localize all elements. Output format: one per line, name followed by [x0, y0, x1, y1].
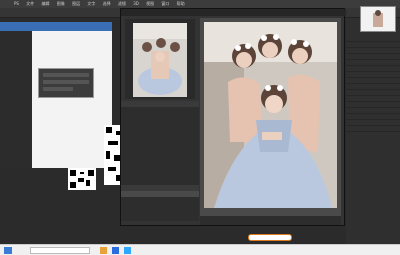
menu-item[interactable]: 滤镜 [118, 1, 126, 6]
thumbnail-image [361, 7, 395, 31]
bridal-photo [204, 22, 337, 208]
menu-item[interactable]: 帮助 [177, 1, 185, 6]
photoshop-icon[interactable] [124, 247, 131, 254]
menu-item[interactable]: 图层 [72, 1, 80, 6]
ps-menubar: PS 文件 编辑 图像 图层 文字 选择 滤镜 3D 视图 窗口 帮助 [0, 0, 400, 8]
chat-sidebar [0, 31, 32, 168]
menu-item[interactable]: 窗口 [161, 1, 169, 6]
chat-window [0, 22, 112, 168]
chat-title-bar [0, 22, 112, 31]
browser-icon[interactable] [112, 247, 119, 254]
preview-area [200, 18, 341, 216]
menu-item[interactable]: 文件 [26, 1, 34, 6]
panel-row[interactable] [346, 126, 400, 132]
menu-item[interactable]: PS [14, 1, 19, 6]
qr-code-icon [68, 168, 96, 190]
recording-toolbar-chip[interactable] [248, 234, 292, 241]
lightroom-dialog [120, 8, 346, 226]
preview-toolbar [200, 216, 341, 225]
preset-item[interactable] [121, 208, 199, 214]
start-icon[interactable] [4, 247, 12, 254]
menu-item[interactable]: 文字 [87, 1, 95, 6]
collections-panel [121, 101, 199, 221]
dialog-title-bar[interactable] [121, 9, 346, 16]
ps-navigator-thumbnail [360, 6, 396, 32]
menu-item[interactable]: 视图 [146, 1, 154, 6]
navigator-panel [125, 19, 195, 99]
menu-item[interactable]: 编辑 [42, 1, 50, 6]
ps-properties-panel [346, 18, 400, 244]
taskbar-search-input[interactable] [30, 247, 90, 254]
chat-message-list [34, 36, 110, 168]
menu-item[interactable]: 图像 [57, 1, 65, 6]
watermark-logo [318, 232, 398, 252]
folder-icon[interactable] [100, 247, 107, 254]
navigator-thumbnail [133, 23, 187, 97]
menu-item[interactable]: 3D [133, 1, 139, 6]
menu-item[interactable]: 选择 [103, 1, 111, 6]
